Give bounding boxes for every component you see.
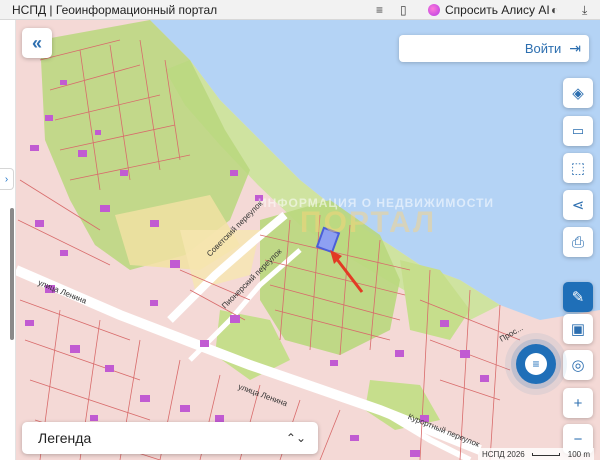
minimap-button[interactable]: ▣ [563, 314, 593, 344]
browser-bar: НСПД | Геоинформационный портал ≡ ▯ Спро… [0, 0, 600, 20]
select-area-icon: ⬚ [570, 160, 586, 177]
attribution: НСПД 2026 [482, 449, 525, 459]
map-canvas[interactable] [0, 20, 600, 460]
download-icon[interactable]: ⤓ [582, 2, 587, 18]
login-button[interactable]: Войти ⇥ [399, 35, 589, 62]
login-icon: ⇥ [569, 40, 581, 56]
reader-icon[interactable]: ≡ [376, 2, 383, 18]
bookmark-icon[interactable]: ▯ [400, 2, 407, 18]
collapse-button[interactable]: « [22, 28, 52, 58]
menu-icon: ≡ [525, 353, 547, 375]
double-chevron-left-icon: « [31, 32, 42, 53]
login-label: Войти [524, 41, 562, 56]
ruler-button[interactable]: ▭ [563, 116, 593, 146]
ruler-icon: ▭ [571, 123, 585, 138]
minimap-icon: ▣ [570, 321, 586, 338]
location-icon: ◎ [571, 357, 585, 374]
watermark-big: ПОРТАЛ [300, 206, 437, 239]
select-area-button[interactable]: ⬚ [563, 153, 593, 183]
alice-button[interactable]: Спросить Алису AI [422, 1, 556, 19]
scale-label: 100 m [567, 449, 590, 459]
zoom-in-button[interactable]: + [563, 388, 593, 418]
legend-selector[interactable]: Легенда ⌃⌄ [22, 422, 318, 454]
layers-button[interactable]: ◈ [563, 78, 593, 108]
share-icon: ⋖ [571, 197, 585, 214]
location-button[interactable]: ◎ [563, 350, 593, 380]
alice-label: Спросить Алису AI [445, 3, 550, 17]
print-icon: ⎙ [571, 233, 584, 251]
share-button[interactable]: ⋖ [563, 190, 593, 220]
plus-icon: + [573, 394, 583, 412]
print-button[interactable]: ⎙ [563, 227, 593, 257]
scale-line [532, 452, 561, 456]
map-app: ИНФОРМАЦИЯ О НЕДВИЖИМОСТИ ПОРТАЛ улица Л… [0, 20, 600, 460]
legend-label: Легенда [38, 430, 92, 446]
chevron-updown-icon: ⌃⌄ [285, 431, 306, 445]
chat-icon: ✎ [571, 289, 585, 306]
side-panel-toggle[interactable]: › [0, 168, 14, 190]
scrollbar-thumb[interactable] [10, 208, 14, 340]
minus-icon: − [573, 430, 583, 448]
tab-title[interactable]: НСПД | Геоинформационный портал [12, 3, 217, 17]
alice-icon [428, 4, 440, 16]
chat-widget-button[interactable]: ✎ [563, 282, 593, 312]
scale-bar: НСПД 2026 100 m [478, 448, 594, 460]
main-menu-fab[interactable]: ≡ [516, 344, 556, 384]
extension-icon[interactable]: ◐ [551, 2, 558, 18]
layers-icon: ◈ [572, 85, 584, 102]
